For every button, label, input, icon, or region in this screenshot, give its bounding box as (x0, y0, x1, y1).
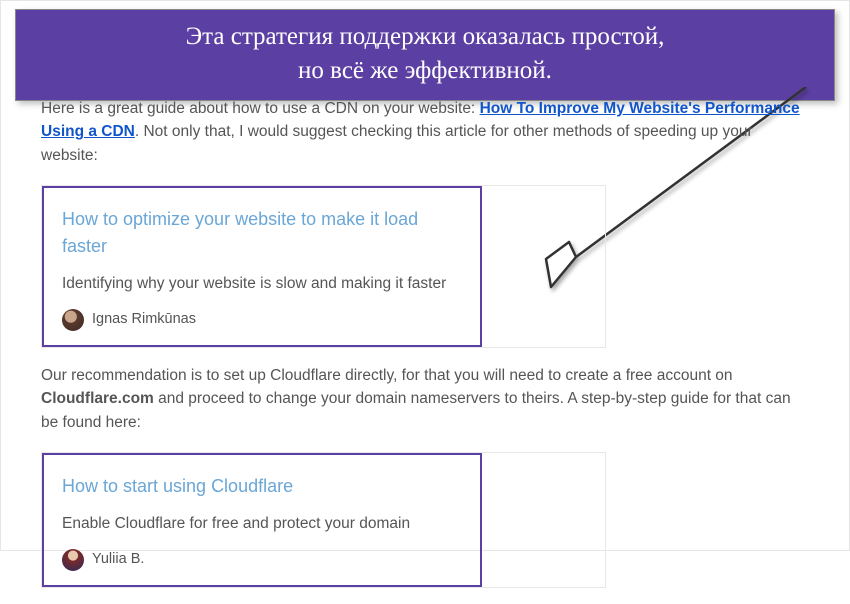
intro-text-1: Here is a great guide about how to use a… (41, 100, 480, 117)
article-card-2-container: How to start using Cloudflare Enable Clo… (41, 452, 606, 588)
card-1-title[interactable]: How to optimize your website to make it … (62, 206, 462, 260)
mid-paragraph: Our recommendation is to set up Cloudfla… (41, 364, 809, 434)
banner-line-2: но всё же эффективной. (298, 57, 552, 84)
avatar-icon (62, 549, 84, 571)
mid-text-1: Our recommendation is to set up Cloudfla… (41, 367, 733, 384)
article-card-2[interactable]: How to start using Cloudflare Enable Clo… (42, 453, 482, 587)
intro-text-2: . Not only that, I would suggest checkin… (41, 123, 753, 163)
card-1-description: Identifying why your website is slow and… (62, 272, 462, 295)
card-2-description: Enable Cloudflare for free and protect y… (62, 512, 462, 535)
article-content: Here is a great guide about how to use a… (41, 97, 809, 604)
annotation-banner: Эта стратегия поддержки оказалась просто… (15, 9, 835, 101)
intro-paragraph: Here is a great guide about how to use a… (41, 97, 809, 167)
card-1-author-name: Ignas Rimkūnas (92, 309, 196, 331)
banner-line-1: Эта стратегия поддержки оказалась просто… (186, 23, 665, 50)
card-2-author-name: Yuliia B. (92, 549, 144, 571)
article-card-1-container: How to optimize your website to make it … (41, 185, 606, 348)
card-2-title[interactable]: How to start using Cloudflare (62, 473, 462, 500)
article-card-1[interactable]: How to optimize your website to make it … (42, 186, 482, 347)
cloudflare-bold: Cloudflare.com (41, 390, 154, 407)
card-2-author: Yuliia B. (62, 549, 462, 571)
avatar-icon (62, 309, 84, 331)
mid-text-2: and proceed to change your domain namese… (41, 390, 791, 430)
card-1-author: Ignas Rimkūnas (62, 309, 462, 331)
